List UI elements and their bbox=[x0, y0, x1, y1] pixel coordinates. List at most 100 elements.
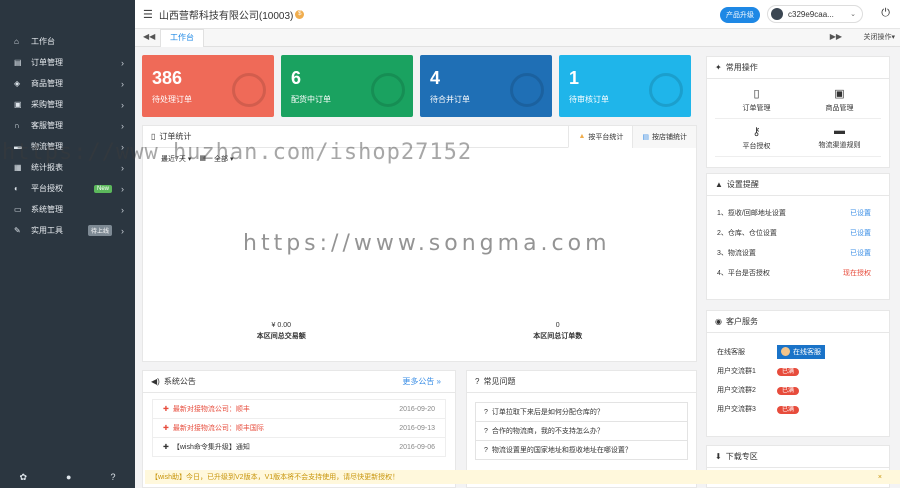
stat-card-label: 配货中订单 bbox=[291, 95, 331, 104]
quick-op-0[interactable]: ▯ 订单管理 bbox=[715, 81, 798, 119]
chevron-right-icon: › bbox=[121, 57, 124, 68]
sidebar-item-4[interactable]: ∩ 客服管理 › bbox=[0, 115, 135, 136]
setting-status-link[interactable]: 已设置 bbox=[850, 208, 871, 218]
chevron-right-icon: › bbox=[121, 78, 124, 89]
plus-icon: ✚ bbox=[163, 444, 169, 451]
quick-op-label: 平台授权 bbox=[742, 142, 771, 150]
chevron-right-icon: › bbox=[121, 120, 124, 131]
power-icon[interactable]: ⏻ bbox=[881, 7, 890, 20]
stat-card-label: 待处理订单 bbox=[152, 95, 192, 104]
faq-text: 合作的物流商，我的不支持怎么办？ bbox=[491, 428, 604, 435]
close-icon[interactable]: × bbox=[878, 474, 882, 481]
question-icon[interactable]: ? bbox=[110, 472, 115, 482]
upgrade-button[interactable]: 产品升级 bbox=[720, 7, 760, 23]
setting-status-link[interactable]: 已设置 bbox=[850, 248, 871, 258]
settings-reminder-title: 设置提醒 bbox=[726, 180, 759, 189]
quick-op-label: 物流渠道规则 bbox=[818, 142, 861, 149]
tab-by-shop[interactable]: ▤ 按店铺统计 bbox=[632, 126, 696, 148]
gift-icon: ▣ bbox=[834, 87, 845, 100]
quick-op-1[interactable]: ▣ 商品管理 bbox=[798, 81, 881, 119]
stat-card-0[interactable]: 386 待处理订单 bbox=[142, 55, 274, 117]
announcement-text: 最新对接物流公司：顺丰 bbox=[172, 406, 250, 413]
user-menu[interactable]: c329e9caa... ⌄ bbox=[767, 5, 863, 23]
avatar bbox=[771, 8, 783, 20]
more-announcements-link[interactable]: 更多公告 » bbox=[402, 376, 441, 387]
sidebar-item-0[interactable]: ⌂ 工作台 bbox=[0, 31, 135, 52]
announcement-item[interactable]: ✚ 最新对接物流公司：顺丰国际 2016-09-13 bbox=[152, 418, 446, 438]
key-icon: ⚷ bbox=[752, 125, 761, 138]
watermark-songma: https://www.songma.com bbox=[243, 231, 611, 256]
chevron-right-icon: › bbox=[121, 99, 124, 110]
stat-card-1[interactable]: 6 配货中订单 bbox=[281, 55, 413, 117]
sidebar-badge: 待上线 bbox=[87, 225, 112, 236]
question-circle-icon: ? bbox=[484, 427, 488, 435]
online-service-button[interactable]: 在线客服 bbox=[777, 344, 825, 359]
announcements-title: 系统公告 bbox=[163, 377, 196, 386]
quick-op-2[interactable]: ⚷ 平台授权 bbox=[715, 119, 798, 157]
user-group-label: 用户交流群1 bbox=[717, 367, 756, 375]
user-group-row: 用户交流群2 已满 bbox=[707, 380, 889, 399]
faq-item[interactable]: ? 订单拉取下来后是如何分配仓库的？ bbox=[475, 402, 688, 422]
announcement-text: 最新对接物流公司：顺丰国际 bbox=[172, 425, 264, 432]
setting-reminder-label: 3、物流设置 bbox=[717, 250, 756, 257]
home-icon: ⌂ bbox=[14, 37, 19, 46]
notice-text: 【wish助】今日，已升级到V2版本，V1版本将不会支持使用，请尽快更新授权！ bbox=[151, 474, 400, 481]
tab-by-platform[interactable]: ▲ 按平台统计 bbox=[568, 126, 633, 148]
stat-card-value: 4 bbox=[430, 68, 441, 88]
faq-title: 常见问题 bbox=[483, 377, 516, 386]
announcement-item[interactable]: ✚ 最新对接物流公司：顺丰 2016-09-20 bbox=[152, 399, 446, 419]
announcement-item[interactable]: ✚ 【wish命令集升级】通知 2016-09-06 bbox=[152, 437, 446, 457]
stat-card-label: 待合并订单 bbox=[430, 95, 470, 104]
stats-summary: ¥ 0.00 本区间总交易额 0 本区间总订单数 bbox=[143, 322, 696, 341]
settings-icon[interactable]: ✿ bbox=[20, 472, 28, 483]
chevron-right-icon: › bbox=[121, 204, 124, 215]
faq-item[interactable]: ? 合作的物流商，我的不支持怎么办？ bbox=[475, 421, 688, 441]
sidebar-item-label: 平台授权 bbox=[31, 184, 63, 193]
user-group-row: 用户交流群1 已满 bbox=[707, 361, 889, 380]
sidebar-item-2[interactable]: ◈ 商品管理 › bbox=[0, 73, 135, 94]
sidebar-item-7[interactable]: ◐ 平台授权 New › bbox=[0, 178, 135, 199]
help-icon[interactable]: ● bbox=[66, 472, 71, 482]
truck-icon: ▬ bbox=[834, 125, 845, 137]
group-full-badge: 已满 bbox=[777, 368, 800, 376]
stat-card-value: 1 bbox=[569, 68, 580, 88]
tab-workbench[interactable]: 工作台 bbox=[160, 29, 204, 47]
setting-status-link[interactable]: 现在授权 bbox=[843, 268, 871, 278]
sidebar-item-label: 采购管理 bbox=[31, 100, 63, 109]
tab-scroll-left-icon[interactable]: ◀◀ bbox=[143, 32, 155, 41]
stat-card-3[interactable]: 1 待审核订单 bbox=[559, 55, 691, 117]
quick-op-label: 订单管理 bbox=[742, 104, 771, 112]
sidebar-item-8[interactable]: ▭ 系统管理 › bbox=[0, 199, 135, 220]
setting-reminder-row: 4、平台是否授权 现在授权 bbox=[707, 263, 889, 283]
sidebar-item-1[interactable]: ▤ 订单管理 › bbox=[0, 52, 135, 73]
bell-icon: ▲ bbox=[715, 180, 723, 189]
announcement-date: 2016-09-13 bbox=[399, 424, 435, 432]
sidebar-item-9[interactable]: ✎ 实用工具 待上线 › bbox=[0, 220, 135, 241]
faq-item[interactable]: ? 物流设置里的国家地址和揽收地址在哪设置？ bbox=[475, 440, 688, 460]
quick-op-3[interactable]: ▬ 物流渠道规则 bbox=[798, 119, 881, 157]
sidebar-item-label: 商品管理 bbox=[31, 79, 63, 88]
tab-scroll-right-icon[interactable]: ▶▶ bbox=[830, 32, 842, 41]
question-circle-icon: ? bbox=[484, 446, 488, 454]
question-circle-icon: ? bbox=[475, 377, 480, 386]
count-label: 本区间总订单数 bbox=[533, 333, 583, 340]
setting-status-link[interactable]: 已设置 bbox=[850, 228, 871, 238]
company-name: 山西营帮科技有限公司(10003) bbox=[158, 10, 294, 22]
online-service-row: 在线客服 在线客服 bbox=[707, 342, 889, 361]
file-icon: ▯ bbox=[753, 87, 760, 100]
bullhorn-icon: ◀) bbox=[151, 377, 160, 386]
announcement-text: 【wish命令集升级】通知 bbox=[172, 444, 250, 451]
stat-card-bg-icon bbox=[510, 73, 544, 107]
question-circle-icon: ? bbox=[484, 408, 488, 416]
close-ops-dropdown[interactable]: 关闭操作▾ bbox=[863, 32, 895, 42]
group-full-badge: 已满 bbox=[777, 406, 800, 414]
stat-card-bg-icon bbox=[649, 73, 683, 107]
sidebar-item-label: 系统管理 bbox=[31, 205, 63, 214]
user-group-label: 用户交流群3 bbox=[717, 405, 756, 413]
download-title: 下载专区 bbox=[725, 452, 758, 461]
stat-card-value: 386 bbox=[152, 68, 183, 88]
menu-toggle-icon[interactable]: ☰ bbox=[143, 8, 153, 21]
sidebar-item-3[interactable]: ▣ 采购管理 › bbox=[0, 94, 135, 115]
plus-icon: ✚ bbox=[163, 425, 169, 432]
stat-card-2[interactable]: 4 待合并订单 bbox=[420, 55, 552, 117]
